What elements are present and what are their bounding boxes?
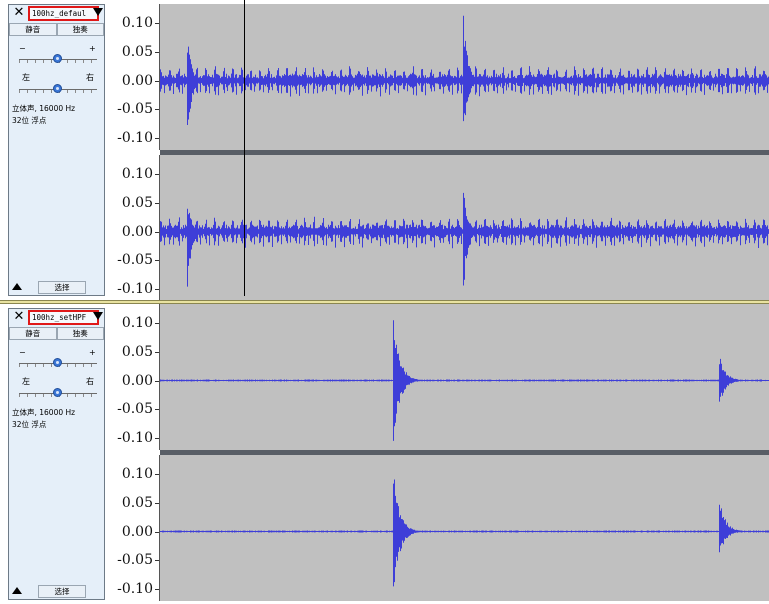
waveform-path — [160, 479, 769, 587]
track-header: ✕ 100hz_defaul — [9, 5, 104, 22]
track-sample-format: 32位 浮点 — [12, 420, 47, 429]
track-name-button[interactable]: 100hz_defaul — [28, 6, 99, 21]
mute-solo-row: 静音 独奏 — [9, 23, 104, 36]
amplitude-tick-mark — [155, 351, 159, 353]
amplitude-tick-label: 0.00 — [121, 72, 153, 89]
amplitude-tick-label: 0.10 — [121, 315, 153, 331]
collapse-track-icon[interactable] — [11, 281, 23, 293]
select-track-button[interactable]: 选择 — [38, 281, 86, 294]
track-menu-dropdown-icon[interactable] — [93, 8, 103, 16]
amplitude-tick-mark — [155, 438, 159, 439]
amplitude-tick-mark — [155, 231, 159, 233]
amplitude-tick-label: 0.10 — [121, 166, 153, 182]
close-track-icon[interactable]: ✕ — [12, 6, 26, 20]
amplitude-tick-mark — [155, 502, 159, 504]
amplitude-tick-label: 0.05 — [121, 43, 153, 60]
amplitude-tick-mark — [155, 23, 159, 24]
amplitude-tick-label: 0.05 — [121, 194, 153, 211]
amplitude-tick-mark — [155, 409, 159, 411]
amplitude-tick-mark — [155, 560, 159, 562]
waveform-area[interactable] — [160, 455, 769, 601]
amplitude-tick-mark — [155, 531, 159, 533]
amplitude-tick-mark — [155, 80, 159, 82]
amplitude-ruler: 0.10 0.05 0.00 -0.05 -0.10 — [105, 455, 160, 601]
select-track-button[interactable]: 选择 — [38, 585, 86, 598]
amplitude-tick-mark — [155, 51, 159, 53]
pan-slider-thumb[interactable] — [53, 84, 62, 93]
pan-slider[interactable] — [19, 385, 97, 403]
waveform-area[interactable] — [160, 4, 769, 150]
amplitude-tick-label: 0.05 — [121, 494, 153, 511]
track-format-info: 立体声, 16000 Hz — [12, 408, 76, 417]
gain-slider-thumb[interactable] — [53, 358, 62, 367]
amplitude-tick-label: -0.10 — [117, 581, 153, 597]
amplitude-tick-mark — [155, 380, 159, 382]
amplitude-tick-label: 0.00 — [121, 523, 153, 540]
amplitude-tick-mark — [155, 289, 159, 290]
channel-left: 0.10 0.05 0.00 -0.05 -0.10 — [105, 304, 769, 450]
waveform — [160, 320, 769, 441]
audio-track-1: ✕ 100hz_defaul 静音 独奏 − + 左 右 立体声, 16000 … — [0, 0, 769, 301]
mute-button[interactable]: 静音 — [9, 23, 57, 36]
channel-right: 0.10 0.05 0.00 -0.05 -0.10 — [105, 455, 769, 601]
close-track-icon[interactable]: ✕ — [12, 310, 26, 324]
waveform — [160, 479, 769, 587]
waveform-path — [160, 192, 769, 287]
waveform — [160, 15, 769, 125]
solo-button[interactable]: 独奏 — [56, 327, 104, 340]
track-sample-format: 32位 浮点 — [12, 116, 47, 125]
amplitude-tick-label: -0.10 — [117, 430, 153, 446]
waveform — [160, 192, 769, 287]
amplitude-tick-label: -0.05 — [117, 552, 153, 569]
amplitude-tick-label: 0.05 — [121, 343, 153, 360]
track-menu-dropdown-icon[interactable] — [93, 312, 103, 320]
gain-slider[interactable] — [19, 355, 97, 373]
pan-slider-thumb[interactable] — [53, 388, 62, 397]
waveform-area[interactable] — [160, 304, 769, 450]
amplitude-tick-label: 0.10 — [121, 466, 153, 482]
amplitude-tick-mark — [155, 260, 159, 262]
amplitude-tick-label: 0.00 — [121, 372, 153, 389]
gain-slider[interactable] — [19, 51, 97, 69]
amplitude-tick-mark — [155, 109, 159, 111]
amplitude-tick-mark — [155, 174, 159, 175]
amplitude-tick-mark — [155, 202, 159, 204]
solo-button[interactable]: 独奏 — [56, 23, 104, 36]
amplitude-ruler: 0.10 0.05 0.00 -0.05 -0.10 — [105, 304, 160, 450]
amplitude-tick-mark — [155, 323, 159, 324]
amplitude-ruler: 0.10 0.05 0.00 -0.05 -0.10 — [105, 4, 160, 150]
mute-solo-row: 静音 独奏 — [9, 327, 104, 340]
pan-slider[interactable] — [19, 81, 97, 99]
gain-slider-thumb[interactable] — [53, 54, 62, 63]
track-control-panel: ✕ 100hz_setHPF 静音 独奏 − + 左 右 立体声, 16000 … — [8, 308, 105, 600]
track-header: ✕ 100hz_setHPF — [9, 309, 104, 326]
amplitude-ruler: 0.10 0.05 0.00 -0.05 -0.10 — [105, 155, 160, 301]
amplitude-tick-label: 0.10 — [121, 15, 153, 31]
amplitude-tick-mark — [155, 589, 159, 590]
mute-button[interactable]: 静音 — [9, 327, 57, 340]
channel-right: 0.10 0.05 0.00 -0.05 -0.10 — [105, 155, 769, 301]
amplitude-tick-label: -0.05 — [117, 101, 153, 118]
track-name-button[interactable]: 100hz_setHPF — [28, 310, 99, 325]
amplitude-tick-label: 0.00 — [121, 223, 153, 240]
track-control-panel: ✕ 100hz_defaul 静音 独奏 − + 左 右 立体声, 16000 … — [8, 4, 105, 296]
audio-track-2: ✕ 100hz_setHPF 静音 独奏 − + 左 右 立体声, 16000 … — [0, 304, 769, 604]
amplitude-tick-label: -0.05 — [117, 252, 153, 269]
amplitude-tick-mark — [155, 138, 159, 139]
collapse-track-icon[interactable] — [11, 585, 23, 597]
track-format-info: 立体声, 16000 Hz — [12, 104, 76, 113]
amplitude-tick-label: -0.10 — [117, 281, 153, 297]
amplitude-tick-label: -0.05 — [117, 401, 153, 418]
waveform-area[interactable] — [160, 155, 769, 301]
amplitude-tick-mark — [155, 474, 159, 475]
waveform-path — [160, 15, 769, 125]
channel-left: 0.10 0.05 0.00 -0.05 -0.10 — [105, 4, 769, 150]
amplitude-tick-label: -0.10 — [117, 130, 153, 146]
play-cursor-line — [244, 0, 245, 296]
